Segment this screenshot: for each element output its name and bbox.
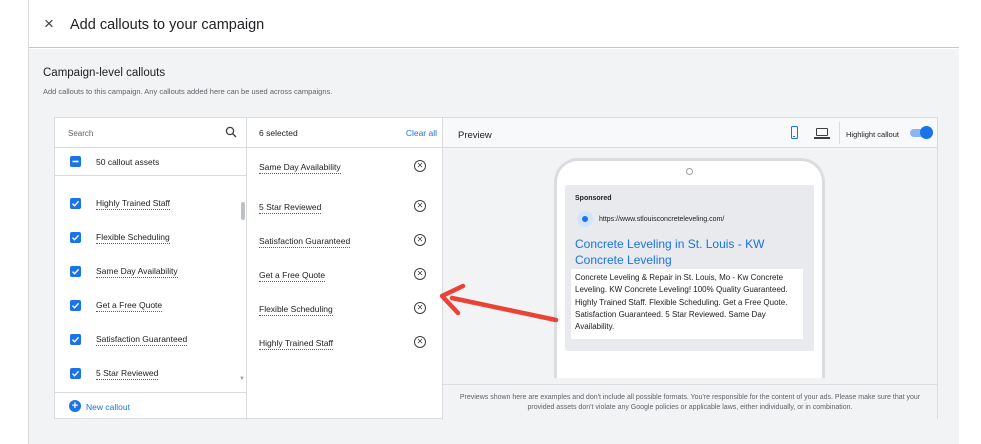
checkbox-flexible-scheduling[interactable]: [70, 232, 81, 243]
selected-list-column: 6 selected Clear all Same Day Availabili…: [247, 118, 443, 420]
ad-preview: Sponsored https://www.stlouisconcretelev…: [565, 185, 814, 351]
remove-icon[interactable]: ✕: [414, 160, 426, 172]
sponsored-label: Sponsored: [575, 195, 612, 202]
selected-item: Satisfaction Guaranteed: [259, 236, 351, 248]
ad-headline: Concrete Leveling in St. Louis - KW Conc…: [575, 237, 765, 267]
remove-icon[interactable]: ✕: [414, 302, 426, 314]
asset-label: Highly Trained Staff: [96, 198, 171, 210]
preview-title: Preview: [458, 130, 492, 141]
dialog-title: Add callouts to your campaign: [70, 17, 265, 33]
checkbox-satisfaction-guaranteed[interactable]: [70, 334, 81, 345]
checkbox-highly-trained-staff[interactable]: [70, 198, 81, 209]
asset-label: 5 Star Reviewed: [96, 368, 159, 380]
selected-count: 6 selected: [259, 128, 298, 138]
ad-description: Concrete Leveling & Repair in St. Louis,…: [571, 269, 803, 339]
callouts-panel: Campaign-level callouts Add callouts to …: [29, 49, 959, 444]
checkbox-5-star-reviewed[interactable]: [70, 368, 81, 379]
asset-label: Flexible Scheduling: [96, 232, 170, 244]
dialog-header: × Add callouts to your campaign: [29, 0, 959, 48]
asset-label: Satisfaction Guaranteed: [96, 334, 188, 346]
asset-label: Same Day Availability: [96, 266, 178, 278]
search-icon: [225, 126, 237, 138]
select-all-row: 50 callout assets: [55, 148, 247, 176]
assets-list-column: Search 50 callout assets Highly Trained …: [55, 118, 247, 420]
section-description: Add callouts to this campaign. Any callo…: [43, 87, 333, 96]
selected-header: 6 selected Clear all: [247, 118, 443, 148]
ad-url: https://www.stlouisconcreteleveling.com/: [599, 216, 725, 223]
asset-label: Get a Free Quote: [96, 300, 163, 312]
desktop-device-icon[interactable]: [816, 128, 828, 136]
scroll-down-icon[interactable]: ▼: [239, 376, 245, 382]
callout-editor-card: Search 50 callout assets Highly Trained …: [54, 117, 938, 420]
search-placeholder: Search: [68, 129, 94, 138]
select-all-checkbox[interactable]: [70, 156, 81, 167]
desktop-device-icon-base: [814, 137, 830, 139]
selected-item: Same Day Availability: [259, 162, 341, 174]
add-icon: +: [69, 400, 81, 412]
selected-item: 5 Star Reviewed: [259, 202, 322, 214]
search-input[interactable]: Search: [55, 118, 247, 148]
camera-icon: [686, 168, 693, 175]
mobile-device-icon[interactable]: [791, 126, 798, 139]
toggle-knob[interactable]: [920, 126, 933, 139]
remove-icon[interactable]: ✕: [414, 200, 426, 212]
checkbox-same-day-availability[interactable]: [70, 266, 81, 277]
preview-disclaimer: Previews shown here are examples and don…: [443, 384, 937, 420]
remove-icon[interactable]: ✕: [414, 234, 426, 246]
globe-icon: [577, 211, 593, 227]
remove-icon[interactable]: ✕: [414, 268, 426, 280]
selected-item: Get a Free Quote: [259, 270, 326, 282]
new-callout-label: New callout: [86, 402, 130, 412]
close-icon[interactable]: ×: [41, 13, 57, 35]
preview-column: Preview Highlight callout Sponsored http…: [443, 118, 937, 420]
asset-count-label: 50 callout assets: [96, 157, 160, 167]
phone-mockup: Sponsored https://www.stlouisconcretelev…: [554, 158, 825, 378]
preview-header: Preview Highlight callout: [443, 118, 937, 148]
divider: [839, 122, 840, 144]
clear-all-button[interactable]: Clear all: [406, 128, 437, 138]
section-title: Campaign-level callouts: [43, 67, 166, 79]
selected-item: Flexible Scheduling: [259, 304, 333, 316]
selected-item: Highly Trained Staff: [259, 338, 334, 350]
checkbox-get-a-free-quote[interactable]: [70, 300, 81, 311]
list-scrollbar[interactable]: [241, 202, 245, 220]
highlight-callout-label: Highlight callout: [846, 130, 899, 139]
new-callout-button[interactable]: + New callout: [55, 392, 247, 420]
remove-icon[interactable]: ✕: [414, 336, 426, 348]
